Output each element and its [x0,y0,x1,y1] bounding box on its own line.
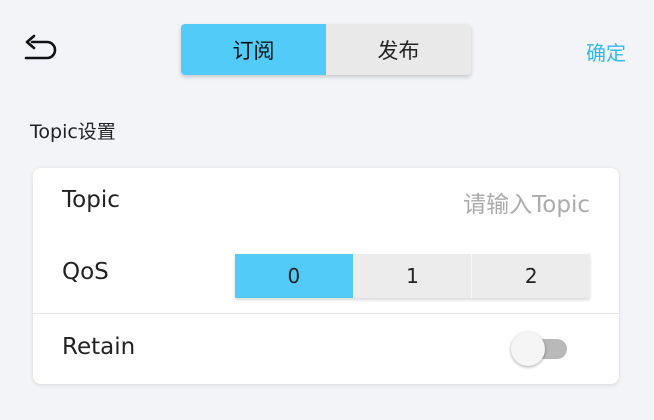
retain-toggle[interactable] [511,332,571,366]
toggle-thumb [511,332,545,366]
settings-card: Topic QoS 0 1 2 Retain [33,168,619,384]
qos-option-1[interactable]: 1 [352,254,472,298]
back-button[interactable] [22,33,62,67]
divider [33,313,619,314]
qos-option-2[interactable]: 2 [471,254,591,298]
retain-label: Retain [62,334,136,360]
qos-label: QoS [62,259,109,285]
confirm-button[interactable]: 确定 [586,37,626,66]
topic-input[interactable] [290,188,590,222]
section-title: Topic设置 [30,121,116,143]
back-arrow-icon [24,34,57,60]
tab-publish[interactable]: 发布 [326,24,471,75]
tab-subscribe[interactable]: 订阅 [181,24,326,75]
mode-segmented-control: 订阅 发布 [181,24,471,75]
qos-option-0[interactable]: 0 [235,254,353,298]
qos-segmented-control: 0 1 2 [235,254,591,298]
topic-label: Topic [62,187,120,213]
